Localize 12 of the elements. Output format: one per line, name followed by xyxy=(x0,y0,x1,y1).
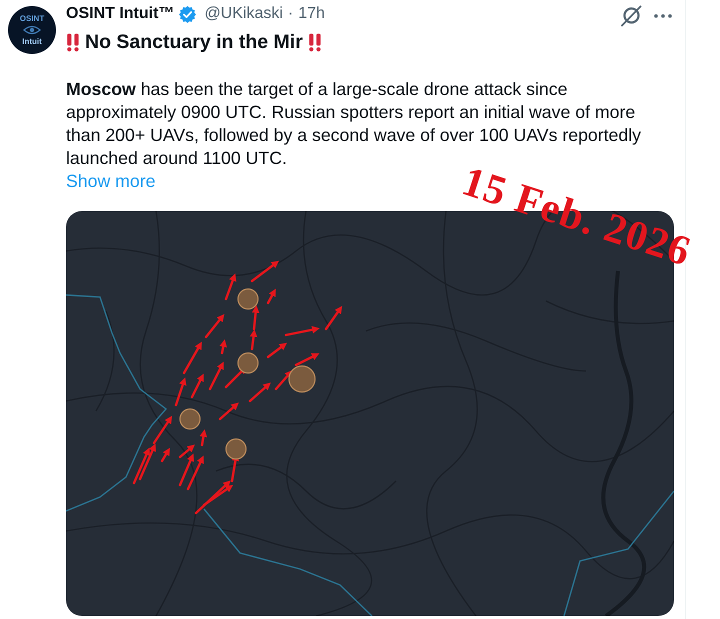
author-handle[interactable]: @UKikaski xyxy=(204,5,283,23)
more-icon[interactable] xyxy=(654,14,672,18)
eye-icon xyxy=(23,25,41,35)
post-title: No Sanctuary in the Mir xyxy=(85,30,303,54)
logo-text: Intuit xyxy=(22,37,42,46)
author-name[interactable]: OSINT Intuit™ xyxy=(66,5,174,23)
separator-dot: · xyxy=(288,5,294,23)
logo-text: OSINT xyxy=(20,14,44,23)
double-exclamation-icon xyxy=(66,32,80,52)
double-exclamation-icon xyxy=(308,32,322,52)
post-time[interactable]: 17h xyxy=(298,5,325,23)
slashed-circle-icon[interactable] xyxy=(620,5,642,27)
